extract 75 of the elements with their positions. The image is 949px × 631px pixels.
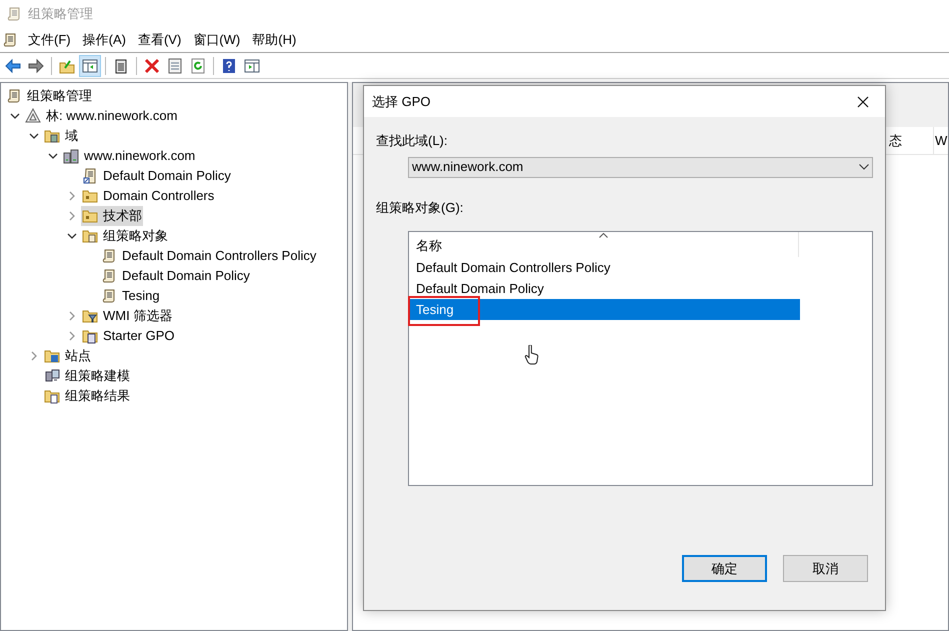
close-icon [857, 96, 869, 108]
scroll-icon [6, 88, 22, 104]
tree-item[interactable]: Starter GPO [81, 326, 176, 346]
dialog-button[interactable]: 确定 [682, 555, 767, 582]
folder-icon [82, 328, 98, 344]
tree-item[interactable]: Default Domain Controllers Policy [100, 246, 318, 266]
forward-arrow-icon [28, 58, 44, 74]
folder-icon [82, 228, 98, 244]
back-arrow-icon [5, 58, 21, 74]
tree-pane-button[interactable] [79, 54, 101, 76]
tree-item[interactable]: 组策略建模 [43, 366, 131, 386]
delete-icon [144, 58, 160, 74]
tree-item[interactable]: 组策略管理 [5, 86, 93, 106]
chevron-right-icon[interactable] [66, 191, 76, 201]
tree-item[interactable]: Default Domain Policy [100, 266, 251, 286]
list-row[interactable]: Default Domain Policy [410, 278, 800, 299]
folder-icon [44, 388, 60, 404]
column-header[interactable]: W [934, 127, 948, 154]
tree-item[interactable]: Tesing [100, 286, 161, 306]
scroll-icon [101, 268, 117, 284]
chevron-down-icon[interactable] [48, 151, 58, 161]
tree-item[interactable]: Domain Controllers [81, 186, 216, 206]
chevron-right-icon[interactable] [66, 211, 76, 221]
chevron-right-icon[interactable] [66, 331, 76, 341]
menu-item[interactable]: 文件(F) [22, 28, 77, 50]
folder-icon [44, 128, 60, 144]
chevron-right-icon[interactable] [66, 311, 76, 321]
sort-up-icon [599, 233, 608, 238]
triangle-icon [25, 108, 41, 124]
dialog-title: 选择 GPO [372, 92, 431, 111]
folder-icon [44, 348, 60, 364]
pane-icon [244, 58, 260, 74]
app-icon [6, 6, 22, 22]
properties-icon [167, 58, 183, 74]
refresh-icon [190, 58, 206, 74]
tree-item[interactable]: 林: www.ninework.com [24, 106, 178, 126]
menu-item[interactable]: 帮助(H) [246, 28, 302, 50]
tree-item[interactable]: 技术部 [81, 206, 143, 226]
dialog-button[interactable]: 取消 [783, 555, 868, 582]
folder-icon [82, 308, 98, 324]
help-icon [221, 58, 237, 74]
folder-icon [82, 208, 98, 224]
tree-item[interactable]: WMI 筛选器 [81, 306, 174, 326]
server-icon [63, 148, 79, 164]
tree-item[interactable]: 组策略对象 [81, 226, 169, 246]
menu-item[interactable]: 窗口(W) [187, 28, 246, 50]
menu-item[interactable]: 查看(V) [132, 28, 188, 50]
chevron-right-icon[interactable] [28, 351, 38, 361]
chevron-down-icon[interactable] [28, 131, 38, 141]
chevron-down-icon[interactable] [66, 231, 76, 241]
list-row[interactable]: Tesing [410, 299, 800, 320]
field-label: 组策略对象(G): [376, 200, 464, 214]
tree-item[interactable]: 组策略结果 [43, 386, 131, 406]
tree-item[interactable]: 域 [43, 126, 79, 146]
computer-icon [44, 368, 60, 384]
hand-cursor-icon [524, 345, 540, 365]
tree-item[interactable]: 站点 [43, 346, 92, 366]
menu-app-icon [2, 32, 18, 48]
scroll-icon [101, 248, 117, 264]
tree-item[interactable]: www.ninework.com [62, 146, 196, 166]
scroll-icon [101, 288, 117, 304]
tree-pane-icon [82, 58, 98, 74]
document-icon [82, 168, 98, 184]
list-row[interactable]: Default Domain Controllers Policy [410, 257, 800, 278]
domain-dropdown[interactable]: www.ninework.com [408, 156, 873, 178]
field-label: 查找此域(L): [376, 133, 448, 148]
window-title: 组策略管理 [28, 4, 93, 23]
chevron-down-icon[interactable] [10, 111, 20, 121]
tree-item[interactable]: Default Domain Policy [81, 166, 232, 186]
folder-icon [82, 188, 98, 204]
column-header[interactable]: 名称 [409, 232, 799, 257]
menu-item[interactable]: 操作(A) [76, 28, 132, 50]
dropdown-caret-icon [859, 164, 869, 170]
folder-up-icon [59, 58, 75, 74]
clipboard-icon [113, 58, 129, 74]
